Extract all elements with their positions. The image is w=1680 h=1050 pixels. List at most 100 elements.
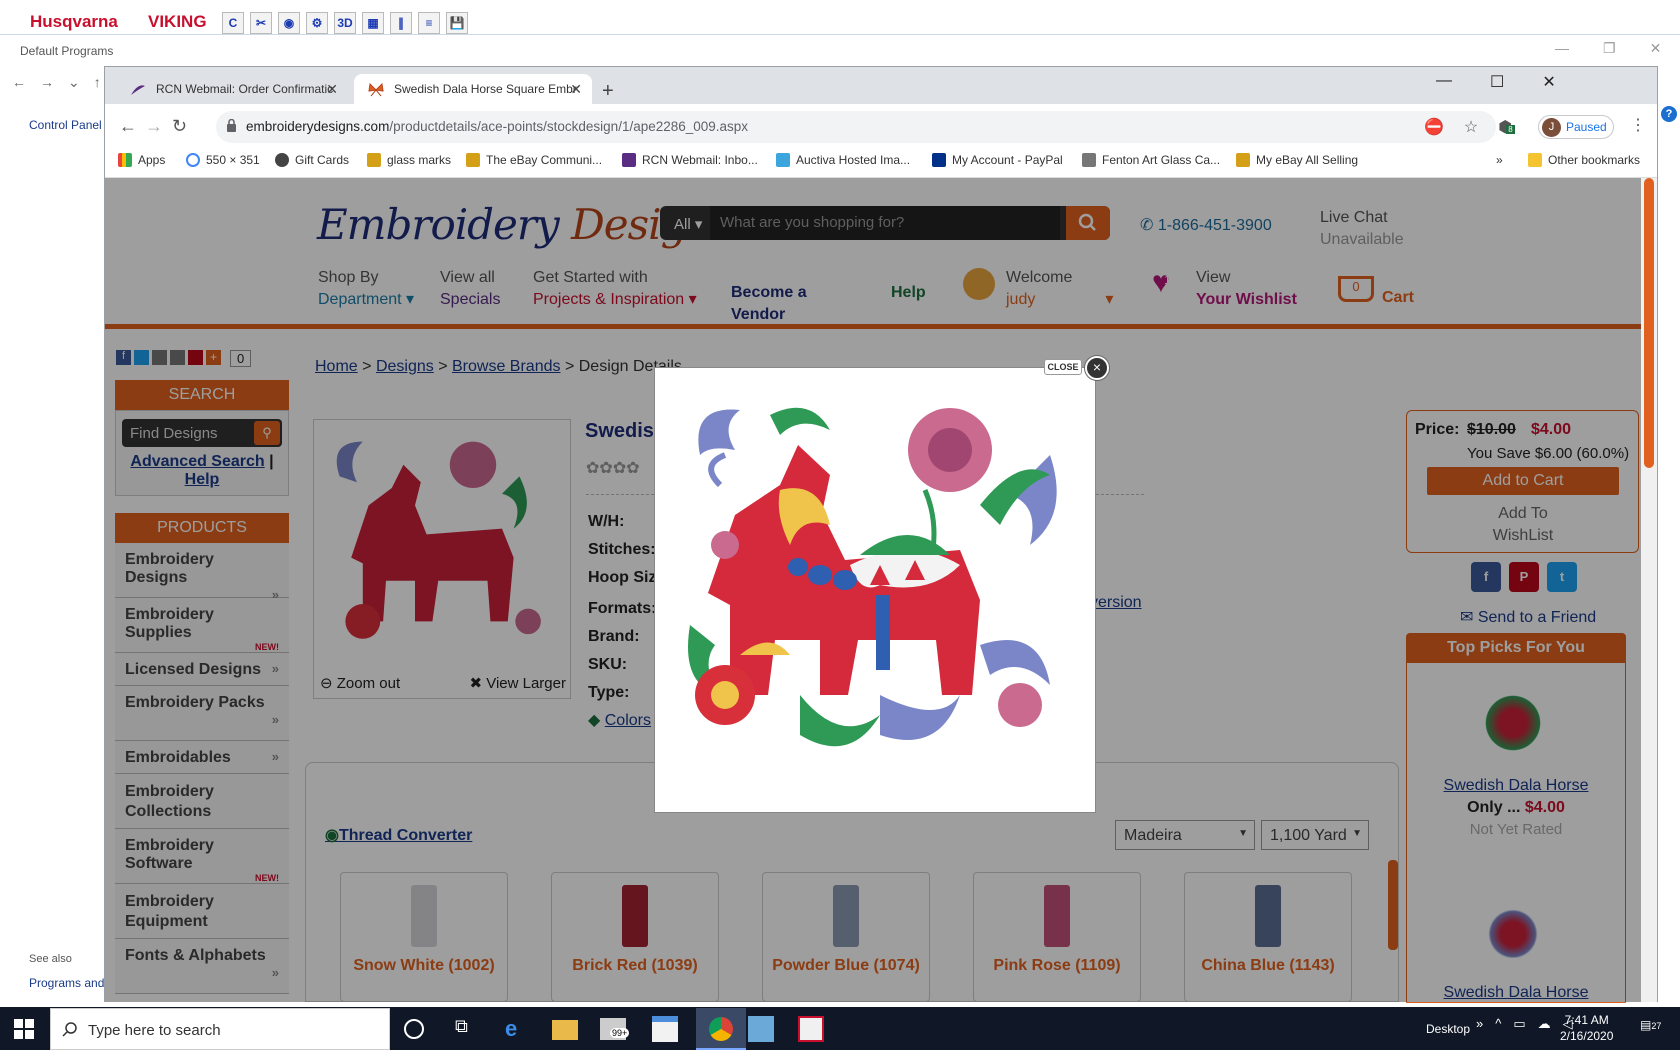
control-panel-link[interactable]: Control Panel bbox=[29, 118, 102, 132]
paypal-icon bbox=[932, 153, 946, 167]
see-also-label: See also bbox=[29, 953, 72, 965]
maximize-icon[interactable]: ☐ bbox=[1490, 72, 1504, 92]
butterfly-favicon-icon bbox=[368, 83, 384, 97]
tab-rcn-webmail[interactable]: RCN Webmail: Order Confirmatic ✕ bbox=[116, 74, 348, 104]
minimize-icon[interactable]: — bbox=[1436, 72, 1452, 92]
bookmark-paypal[interactable]: My Account - PayPal bbox=[932, 150, 1063, 170]
app-tool-buttons: C ✂ ◉ ⚙ 3D ▦ ∥ ≡ 💾 bbox=[222, 12, 468, 34]
back-icon[interactable]: ← bbox=[119, 116, 137, 137]
bookmark-label: Auctiva Hosted Ima... bbox=[796, 153, 911, 167]
tab-close-icon[interactable]: ✕ bbox=[326, 81, 338, 98]
forward-icon[interactable]: → bbox=[145, 116, 163, 137]
ebay-bag-icon bbox=[1236, 153, 1250, 167]
control-panel-nav: ← → ⌄ ↑ bbox=[12, 74, 101, 91]
tray-overflow-icon[interactable]: » bbox=[1476, 1016, 1483, 1032]
back-arrow-icon[interactable]: ← bbox=[12, 74, 26, 91]
bookmark-google-size[interactable]: 550 × 351 bbox=[186, 150, 260, 170]
history-chevron-icon[interactable]: ⌄ bbox=[68, 74, 80, 91]
control-panel-window-buttons: — ❐ ✕ bbox=[1555, 40, 1661, 57]
bookmark-label: My eBay All Selling bbox=[1256, 153, 1359, 167]
bookmark-label: My Account - PayPal bbox=[952, 153, 1063, 167]
bookmark-auctiva[interactable]: Auctiva Hosted Ima... bbox=[776, 150, 910, 170]
minimize-icon[interactable]: — bbox=[1555, 40, 1569, 57]
reload-icon[interactable]: ↻ bbox=[172, 116, 187, 137]
bookmark-label: Fenton Art Glass Ca... bbox=[1102, 153, 1221, 167]
overflow-label: » bbox=[1496, 153, 1503, 167]
lock-icon[interactable] bbox=[226, 119, 237, 132]
bookmark-gift-cards[interactable]: Gift Cards bbox=[275, 150, 349, 170]
new-tab-icon[interactable]: + bbox=[602, 80, 614, 103]
tool-button-7[interactable]: ∥ bbox=[390, 12, 412, 34]
tab-embroidery-designs[interactable]: Swedish Dala Horse Square Embr ✕ bbox=[354, 74, 592, 104]
url-text[interactable]: embroiderydesigns.com/productdetails/ace… bbox=[246, 119, 748, 134]
bookmark-ebay-community[interactable]: The eBay Communi... bbox=[466, 150, 602, 170]
extension-icon[interactable]: ⬢ 8 bbox=[1498, 117, 1515, 137]
bookmark-label: RCN Webmail: Inbo... bbox=[642, 153, 758, 167]
taskbar-clock[interactable]: 7:41 AM 2/16/2020 bbox=[1560, 1012, 1613, 1044]
close-label[interactable]: CLOSE bbox=[1044, 359, 1082, 375]
bookmark-glass-marks[interactable]: glass marks bbox=[367, 150, 451, 170]
windows-start-icon[interactable] bbox=[14, 1019, 34, 1039]
kebab-menu-icon[interactable]: ⋮ bbox=[1630, 115, 1646, 135]
programs-link[interactable]: Programs and bbox=[29, 976, 104, 990]
chrome-taskbar-button[interactable] bbox=[696, 1008, 746, 1050]
viking-logo: VIKING bbox=[148, 12, 207, 31]
avatar: J bbox=[1542, 118, 1561, 137]
task-view-icon[interactable]: ⧉ bbox=[455, 1016, 481, 1042]
tool-button-6[interactable]: ▦ bbox=[362, 12, 384, 34]
forward-arrow-icon[interactable]: → bbox=[40, 74, 54, 91]
page-scroll-thumb[interactable] bbox=[1644, 178, 1654, 468]
embroidery-app-taskbar-icon[interactable] bbox=[798, 1016, 824, 1042]
fenton-icon bbox=[1082, 153, 1096, 167]
tool-button-2[interactable]: ✂ bbox=[250, 12, 272, 34]
help-icon[interactable]: ? bbox=[1661, 106, 1677, 122]
omnibox-icons: ⛔ ☆ ⬢ 8 bbox=[1424, 117, 1515, 137]
bookmark-star-icon[interactable]: ☆ bbox=[1464, 117, 1478, 137]
bookmark-rcn-webmail[interactable]: RCN Webmail: Inbo... bbox=[622, 150, 758, 170]
ebay-bag-icon bbox=[466, 153, 480, 167]
restore-icon[interactable]: ❐ bbox=[1603, 40, 1616, 57]
profile-status: Paused bbox=[1566, 120, 1607, 134]
onedrive-icon[interactable]: ☁ bbox=[1538, 1016, 1551, 1032]
close-icon[interactable]: × bbox=[1085, 356, 1109, 380]
control-panel-title: Default Programs bbox=[20, 44, 114, 58]
tool-button-5[interactable]: 3D bbox=[334, 12, 356, 34]
bookmark-ebay-selling[interactable]: My eBay All Selling bbox=[1236, 150, 1358, 170]
edge-icon[interactable]: e bbox=[505, 1016, 531, 1042]
up-arrow-icon[interactable]: ↑ bbox=[94, 74, 101, 91]
taskbar-search-placeholder: Type here to search bbox=[88, 1022, 221, 1039]
rcn-favicon-icon bbox=[131, 85, 145, 95]
bookmark-label: glass marks bbox=[387, 153, 452, 167]
bookmark-label: The eBay Communi... bbox=[486, 153, 603, 167]
tool-button-4[interactable]: ⚙ bbox=[306, 12, 328, 34]
tool-button-1[interactable]: C bbox=[222, 12, 244, 34]
rcn-icon bbox=[622, 153, 636, 167]
tool-button-3[interactable]: ◉ bbox=[278, 12, 300, 34]
blocked-content-icon[interactable]: ⛔ bbox=[1424, 117, 1444, 137]
network-icon[interactable]: ▭ bbox=[1513, 1016, 1525, 1032]
action-center-icon[interactable]: ▤27 bbox=[1640, 1018, 1666, 1040]
store-icon[interactable] bbox=[652, 1016, 678, 1042]
close-icon[interactable]: ✕ bbox=[1650, 40, 1662, 57]
profile-button[interactable]: J Paused bbox=[1538, 115, 1614, 139]
chevron-up-icon[interactable]: ^ bbox=[1495, 1016, 1501, 1032]
tab-title: Swedish Dala Horse Square Embr bbox=[394, 82, 577, 96]
bookmarks-overflow-icon[interactable]: » bbox=[1496, 150, 1503, 170]
tool-button-9[interactable]: 💾 bbox=[446, 12, 468, 34]
other-bookmarks[interactable]: Other bookmarks bbox=[1528, 150, 1640, 170]
bookmark-fenton[interactable]: Fenton Art Glass Ca... bbox=[1082, 150, 1220, 170]
search-icon bbox=[62, 1022, 77, 1037]
bookmark-label: 550 × 351 bbox=[206, 153, 260, 167]
apps-grid-icon bbox=[118, 153, 132, 167]
mail-badge: 99+ bbox=[610, 1028, 630, 1038]
file-explorer-icon[interactable] bbox=[552, 1020, 578, 1040]
tool-button-8[interactable]: ≡ bbox=[418, 12, 440, 34]
url-host: embroiderydesigns.com bbox=[246, 119, 390, 134]
mail-icon[interactable]: 99+ bbox=[600, 1018, 630, 1040]
cortana-icon[interactable] bbox=[404, 1019, 424, 1039]
tab-close-icon[interactable]: ✕ bbox=[570, 81, 582, 98]
bookmark-apps[interactable]: Apps bbox=[118, 150, 165, 170]
control-panel-taskbar-icon[interactable] bbox=[748, 1016, 774, 1042]
desktop-toolbar-label[interactable]: Desktop bbox=[1426, 1022, 1470, 1036]
close-icon[interactable]: ✕ bbox=[1542, 72, 1555, 92]
